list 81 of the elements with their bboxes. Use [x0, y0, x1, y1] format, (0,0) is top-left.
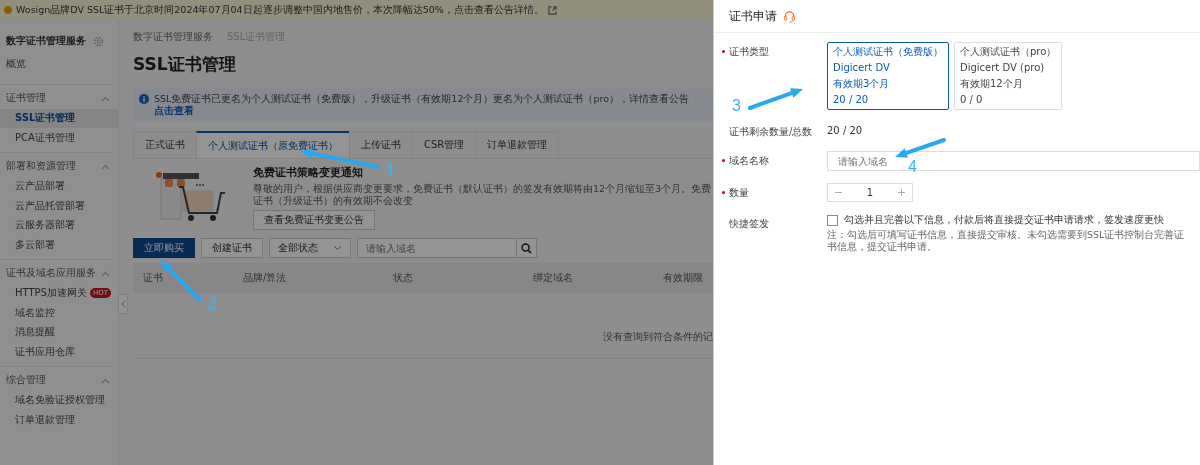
field-label: 快捷签发: [729, 217, 769, 231]
annotation-arrow: [895, 138, 946, 158]
annotation-number: 3: [732, 98, 741, 114]
external-link-icon[interactable]: [547, 5, 557, 15]
chevron-icon[interactable]: [101, 377, 110, 384]
column-header: 绑定域名: [533, 271, 574, 285]
column-header: 有效期限: [663, 271, 704, 285]
field-label: 域名名称: [729, 154, 769, 168]
sidebar-item[interactable]: 云产品部署: [0, 176, 118, 196]
sidebar-item[interactable]: SSL证书管理: [0, 108, 118, 128]
card-text: 有效期12个月: [960, 78, 1024, 90]
notice-text: SSL免费证书已更名为个人测试证书（免费版），升级证书（有效期12个月）更名为个人测试证书（pro），详情查看公告 点击查看: [154, 93, 690, 117]
collapse-button[interactable]: [118, 294, 128, 314]
sidebar-item[interactable]: 概览: [0, 54, 118, 74]
chevron-icon[interactable]: [101, 270, 110, 277]
card-text: 20 / 20: [833, 94, 870, 106]
chevron-icon[interactable]: [101, 95, 110, 102]
breadcrumb-item[interactable]: 数字证书管理服务: [133, 30, 213, 44]
card-text: 有效期3个月: [833, 78, 891, 90]
tab[interactable]: 正式证书: [133, 131, 197, 158]
tab[interactable]: 订单退款管理: [475, 131, 560, 158]
chevron-icon[interactable]: [101, 163, 110, 170]
announcement-button[interactable]: 查看免费证书变更公告: [253, 210, 375, 230]
promo-title: 免费证书策略变更通知: [253, 165, 363, 180]
promo-text: 尊敬的用户，根据供应商变更要求，免费证书（默认证书）的签发有效期将由12个月缩短至3个月。免费证书（升级证书）的有效期不会改变: [253, 183, 713, 207]
card-text: Digicert DV (pro): [960, 62, 1046, 74]
quantity-value: 1: [866, 187, 874, 198]
card-text: 个人测试证书（pro）: [960, 46, 1057, 58]
plus-icon[interactable]: [897, 188, 906, 197]
create-button[interactable]: 创建证书: [201, 238, 263, 258]
info-icon: [139, 94, 149, 104]
card-text: 0 / 0: [960, 94, 984, 106]
sidebar-item[interactable]: 订单退款管理: [0, 410, 118, 430]
sidebar-item[interactable]: 多云部署: [0, 235, 118, 255]
tab[interactable]: 个人测试证书（原免费证书）: [196, 131, 350, 158]
field-label: 证书剩余数量/总数: [729, 125, 813, 139]
card-text: Digicert DV: [833, 62, 891, 74]
field-value: 20 / 20: [827, 124, 863, 136]
annotation-number: 2: [208, 296, 217, 312]
option-card[interactable]: 个人测试证书（免费版） Digicert DV 有效期3个月 20 / 20: [827, 42, 949, 110]
checkbox-label: 勾选并且完善以下信息，付款后将直接提交证书申请请求，签发速度更快: [844, 214, 1165, 226]
sidebar-item[interactable]: 域名监控: [0, 303, 118, 323]
sidebar-item[interactable]: 域名免验证授权管理: [0, 390, 118, 410]
drawer-title: 证书申请: [729, 7, 777, 25]
column-header: 品牌/算法: [243, 271, 288, 285]
chevron-left-icon[interactable]: [120, 300, 126, 308]
annotation-number: 1: [386, 163, 395, 179]
search-button[interactable]: [517, 238, 537, 258]
sidebar-item[interactable]: PCA证书管理: [0, 128, 118, 148]
option-card[interactable]: 个人测试证书（pro） Digicert DV (pro) 有效期12个月 0 / 0: [954, 42, 1063, 110]
sidebar-title: 数字证书管理服务: [6, 34, 86, 48]
headset-icon[interactable]: [783, 9, 796, 23]
sidebar-item[interactable]: HTTPS加速网关: [15, 286, 87, 301]
column-header: 状态: [393, 271, 414, 285]
sidebar-group-title[interactable]: 部署和资源管理: [6, 160, 76, 173]
field-label: 证书类型: [729, 45, 769, 59]
sidebar-group-title[interactable]: 综合管理: [6, 374, 46, 387]
notice-icon: [4, 6, 12, 14]
checkbox[interactable]: [827, 215, 838, 226]
field-label: 数量: [729, 186, 749, 200]
sidebar-item[interactable]: 消息提醒: [0, 322, 118, 342]
search-field[interactable]: 请输入域名: [357, 238, 517, 258]
sidebar-group-title[interactable]: 证书及域名应用服务: [6, 267, 96, 280]
card-text: 个人测试证书（免费版）: [833, 46, 943, 58]
note-text: 注：勾选后可填写证书信息，直接提交审核。未勾选需要到SSL证书控制台完善证书信息，提交证书申请。: [827, 229, 1186, 253]
quantity-stepper[interactable]: 1: [827, 183, 913, 202]
notice-link[interactable]: 点击查看: [154, 105, 194, 116]
column-header: 证书: [143, 271, 164, 285]
status-select[interactable]: 全部状态: [269, 238, 351, 258]
settings-icon[interactable]: [93, 35, 104, 47]
sidebar-item[interactable]: 云服务器部署: [0, 215, 118, 235]
announcement-text[interactable]: Wosign品牌DV SSL证书于北京时间2024年07月04日起逐步调整中国内地售价，本次降幅达50%，点击查看公告详情。: [16, 3, 544, 17]
empty-message: 没有查询到符合条件的记: [603, 331, 713, 344]
page-title: SSL证书管理: [133, 53, 237, 76]
sidebar-group-title[interactable]: 证书管理: [6, 92, 46, 105]
sidebar-item[interactable]: 云产品托管部署: [0, 196, 118, 216]
chevron-down-icon[interactable]: [333, 245, 342, 251]
sidebar-item[interactable]: 证书应用仓库: [0, 342, 118, 362]
search-icon[interactable]: [521, 242, 532, 254]
annotation-arrow: [748, 88, 803, 110]
buy-button[interactable]: 立即购买: [133, 238, 195, 258]
